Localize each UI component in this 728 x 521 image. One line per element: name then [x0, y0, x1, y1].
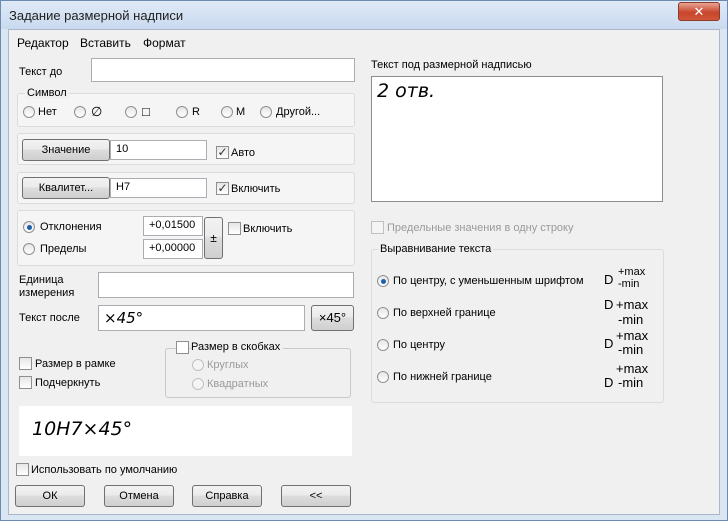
preview-d-symbol: D: [604, 297, 614, 312]
symbol-m-label: M: [236, 106, 246, 118]
symbol-radius-radio[interactable]: [176, 106, 188, 118]
dialog-client-area: Редактор Вставить Формат Текст до Символ…: [8, 29, 720, 515]
symbol-none-label: Нет: [38, 106, 57, 118]
cancel-button[interactable]: Отмена: [104, 485, 174, 507]
preview-d-symbol: D: [604, 336, 614, 351]
title-bar: Задание размерной надписи ✕: [1, 1, 727, 29]
align-top-radio[interactable]: [377, 307, 389, 319]
quality-input[interactable]: H7: [110, 178, 207, 198]
text-after-label: Текст после: [19, 312, 80, 324]
text-before-input[interactable]: [91, 58, 355, 82]
limits-one-line-label: Предельные значения в одну строку: [387, 222, 574, 234]
use-default-checkbox[interactable]: [16, 463, 29, 476]
framed-label: Размер в рамке: [35, 358, 116, 370]
value-input[interactable]: 10: [110, 140, 207, 160]
symbol-other-label: Другой...: [276, 106, 321, 118]
text-under-input[interactable]: 2 отв.: [371, 76, 663, 202]
preview-d-symbol: D: [604, 272, 614, 287]
symbol-group-label: Символ: [25, 87, 69, 99]
preview-max-symbol: +max: [618, 266, 646, 278]
align-top-label: По верхней границе: [393, 307, 496, 319]
preview-d-symbol: D: [604, 375, 614, 390]
align-center-radio[interactable]: [377, 339, 389, 351]
align-center-small-preview: D +max -min: [603, 266, 653, 293]
use-default-label: Использовать по умолчанию: [31, 464, 178, 476]
include-quality-label: Включить: [231, 183, 281, 195]
upper-deviation-input[interactable]: +0,01500: [143, 216, 203, 236]
help-button[interactable]: Справка: [192, 485, 262, 507]
symbol-m-radio[interactable]: [221, 106, 233, 118]
preview-min-symbol: -min: [618, 342, 644, 357]
underline-label: Подчеркнуть: [35, 377, 101, 389]
value-button[interactable]: Значение: [22, 139, 110, 161]
align-center-small-radio[interactable]: [377, 275, 389, 287]
deviations-radio[interactable]: [23, 221, 35, 233]
diameter-icon: ∅: [91, 104, 103, 119]
brackets-checkbox[interactable]: [176, 341, 189, 354]
align-center-small-label: По центру, с уменьшенным шрифтом: [393, 275, 584, 287]
align-bottom-label: По нижней границе: [393, 371, 492, 383]
include-deviations-checkbox[interactable]: [228, 222, 241, 235]
plus-minus-button[interactable]: ±: [204, 217, 223, 259]
preview-max-symbol: +max: [616, 361, 649, 376]
round-label: Круглых: [207, 359, 249, 371]
unit-label-line1: Единица: [19, 274, 64, 286]
ok-button[interactable]: ОК: [15, 485, 85, 507]
preview-min-symbol: -min: [618, 312, 644, 327]
auto-checkbox[interactable]: ✓: [216, 146, 229, 159]
alignment-group-label: Выравнивание текста: [378, 243, 494, 255]
round-radio[interactable]: [192, 359, 204, 371]
align-top-preview: D +max -min: [603, 297, 653, 327]
preview-min-symbol: -min: [618, 278, 640, 290]
unit-label-line2: измерения: [19, 287, 75, 299]
symbol-none-radio[interactable]: [23, 106, 35, 118]
preview-text: 10H7×45°: [32, 418, 133, 440]
menu-bar: Редактор Вставить Формат: [9, 34, 719, 52]
window-title: Задание размерной надписи: [9, 8, 184, 23]
square-brackets-radio[interactable]: [192, 378, 204, 390]
symbol-diameter-radio[interactable]: [74, 106, 86, 118]
square-icon: □: [142, 104, 150, 119]
dialog-window: Задание размерной надписи ✕ Редактор Вст…: [0, 0, 728, 521]
align-center-label: По центру: [393, 339, 445, 351]
underline-checkbox[interactable]: [19, 376, 32, 389]
preview-panel: 10H7×45°: [19, 406, 352, 456]
preview-max-symbol: +max: [616, 328, 649, 343]
menu-format[interactable]: Формат: [143, 36, 186, 50]
text-before-label: Текст до: [19, 66, 63, 78]
include-deviations-label: Включить: [243, 223, 293, 235]
align-bottom-radio[interactable]: [377, 371, 389, 383]
symbol-square-radio[interactable]: [125, 106, 137, 118]
unit-input[interactable]: [98, 272, 354, 298]
brackets-group: [165, 348, 351, 398]
menu-insert[interactable]: Вставить: [80, 36, 131, 50]
limits-label: Пределы: [40, 243, 87, 255]
text-after-input[interactable]: ×45°: [98, 305, 305, 331]
align-center-preview: D +max -min: [603, 328, 653, 357]
symbol-other-radio[interactable]: [260, 106, 272, 118]
deviations-label: Отклонения: [40, 221, 102, 233]
close-button[interactable]: ✕: [678, 2, 720, 21]
lower-deviation-input[interactable]: +0,00000: [143, 239, 203, 259]
symbol-radius-label: R: [192, 106, 200, 118]
quality-button[interactable]: Квалитет...: [22, 177, 110, 199]
limits-radio[interactable]: [23, 243, 35, 255]
framed-checkbox[interactable]: [19, 357, 32, 370]
align-bottom-preview: +max D -min: [603, 361, 653, 390]
limits-one-line-checkbox[interactable]: [371, 221, 384, 234]
auto-label: Авто: [231, 147, 255, 159]
brackets-label: Размер в скобках: [191, 341, 284, 353]
text-under-label: Текст под размерной надписью: [371, 59, 532, 71]
times-45-button[interactable]: ×45°: [311, 305, 354, 331]
square-brackets-label: Квадратных: [207, 378, 269, 390]
preview-min-symbol: -min: [618, 375, 644, 390]
menu-editor[interactable]: Редактор: [17, 36, 69, 50]
preview-max-symbol: +max: [616, 297, 649, 312]
text-under-value: 2 отв.: [377, 80, 436, 102]
include-quality-checkbox[interactable]: ✓: [216, 182, 229, 195]
collapse-button[interactable]: <<: [281, 485, 351, 507]
